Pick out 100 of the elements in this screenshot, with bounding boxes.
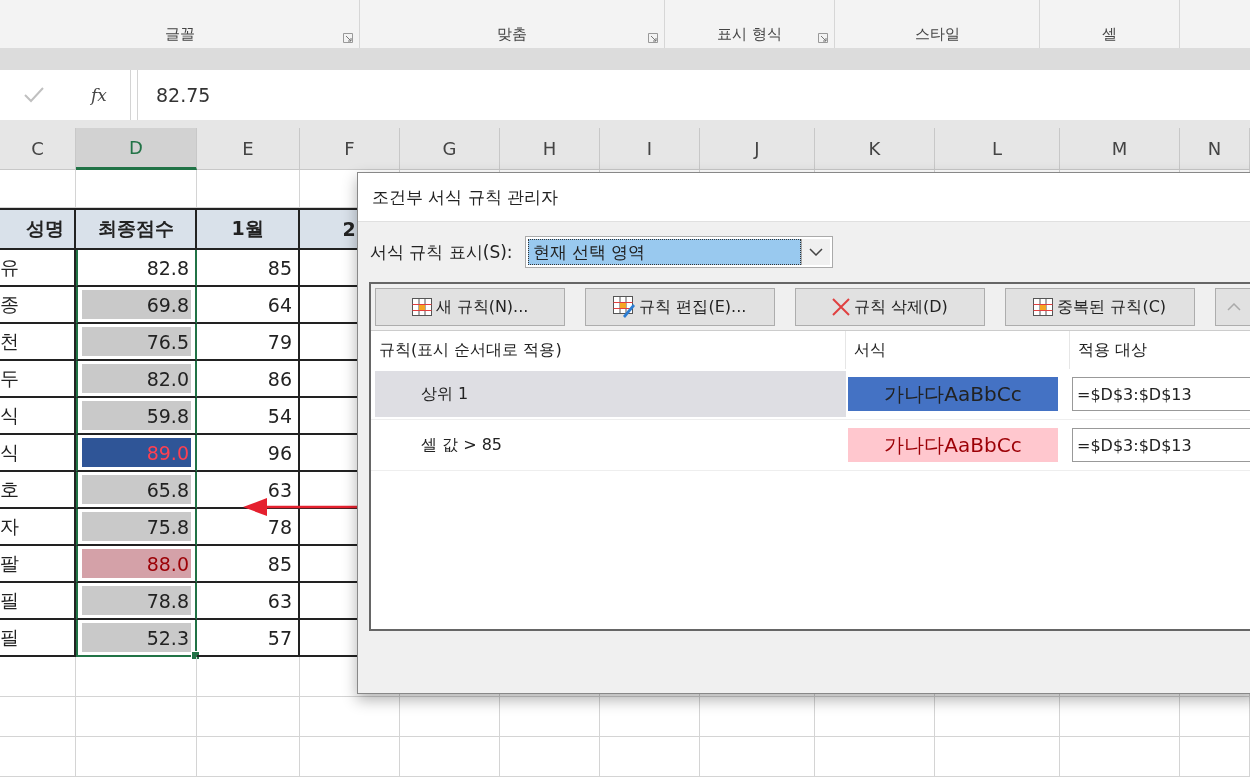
group-label: 스타일 <box>914 25 960 44</box>
empty-cell[interactable] <box>1060 737 1180 777</box>
score-cell: 65.8 <box>82 475 191 504</box>
empty-cell[interactable] <box>815 697 935 737</box>
empty-cell[interactable] <box>500 737 600 777</box>
table-header: 1월 <box>197 208 300 250</box>
caret-icon <box>808 248 823 256</box>
table-header: 성명 <box>0 208 76 250</box>
empty-cell[interactable] <box>700 737 815 777</box>
column-header[interactable]: I <box>600 128 700 170</box>
toolbar-button[interactable]: 새 규칙(N)... <box>375 288 565 326</box>
show-rules-dropdown[interactable]: 현재 선택 영역 <box>524 236 833 268</box>
dialog-title: 조건부 서식 규칙 관리자 <box>358 173 1250 222</box>
empty-cell[interactable] <box>1180 737 1250 777</box>
table-cell: 54 <box>197 398 300 435</box>
column-header[interactable]: M <box>1060 128 1180 170</box>
empty-cell[interactable] <box>935 697 1060 737</box>
column-header: 적용 대상 <box>1070 331 1250 369</box>
score-cell: 78.8 <box>82 586 191 615</box>
range-field[interactable]: =$D$3:$D$13 <box>1072 428 1250 462</box>
empty-cell[interactable] <box>600 737 700 777</box>
score-cell: 82.0 <box>82 364 191 393</box>
toolbar-button[interactable]: 규칙 삭제(D) <box>794 288 985 326</box>
rule-item[interactable]: 상위 1 <box>375 371 846 417</box>
table-cell: 천 <box>0 324 76 361</box>
column-header: 서식 <box>846 331 1070 369</box>
dialog-launcher-icon[interactable] <box>648 33 658 43</box>
table-cell: 64 <box>197 287 300 324</box>
column-header[interactable]: D <box>76 128 197 170</box>
empty-cell[interactable] <box>1180 697 1250 737</box>
function-button[interactable]: fx <box>91 85 107 105</box>
score-cell: 88.0 <box>82 549 191 578</box>
table-cell: 팔 <box>0 546 76 583</box>
toolbar-button[interactable]: 규칙 편집(E)... <box>584 288 775 326</box>
group-label: 표시 형식 <box>717 25 782 44</box>
formula-field[interactable]: 82.75 <box>137 70 1250 120</box>
column-header[interactable]: J <box>700 128 815 170</box>
table-cell: 57 <box>197 620 300 657</box>
group-label: 글꼴 <box>164 25 195 44</box>
empty-cell[interactable] <box>300 737 400 777</box>
empty-cell[interactable] <box>197 737 300 777</box>
empty-cell[interactable] <box>935 737 1060 777</box>
fill-handle[interactable] <box>191 651 200 660</box>
empty-cell[interactable] <box>0 697 76 737</box>
empty-cell[interactable] <box>76 657 197 697</box>
group-label: 셀 <box>1102 25 1117 44</box>
move-up-button[interactable] <box>1214 288 1250 326</box>
column-header[interactable]: G <box>400 128 500 170</box>
table-cell: 85 <box>197 546 300 583</box>
column-header: 규칙(표시 순서대로 적용) <box>371 331 846 369</box>
table-cell: 63 <box>197 583 300 620</box>
column-header[interactable]: H <box>500 128 600 170</box>
table-cell: 식 <box>0 435 76 472</box>
table-cell: 두 <box>0 361 76 398</box>
column-header[interactable]: N <box>1180 128 1250 170</box>
score-cell: 69.8 <box>82 290 191 319</box>
rule-item[interactable]: 셀 값 > 85 <box>375 422 846 468</box>
empty-cell[interactable] <box>0 657 76 697</box>
table-cell: 85 <box>197 250 300 287</box>
score-cell: 89.0 <box>82 438 191 467</box>
table-cell: 86 <box>197 361 300 398</box>
empty-cell[interactable] <box>300 697 400 737</box>
table-pencil-icon <box>613 296 636 318</box>
table-cell: 호 <box>0 472 76 509</box>
score-cell: 76.5 <box>82 327 191 356</box>
table-cell: 96 <box>197 435 300 472</box>
table-icon <box>1033 298 1054 316</box>
column-header[interactable]: K <box>815 128 935 170</box>
column-header[interactable]: L <box>935 128 1060 170</box>
range-field[interactable]: =$D$3:$D$13 <box>1072 377 1250 411</box>
table-cell: 자 <box>0 509 76 546</box>
empty-cell[interactable] <box>400 737 500 777</box>
empty-cell[interactable] <box>1060 697 1180 737</box>
empty-cell[interactable] <box>0 737 76 777</box>
empty-cell[interactable] <box>197 657 300 697</box>
table-cell: 유 <box>0 250 76 287</box>
table-cell: 종 <box>0 287 76 324</box>
score-cell: 75.8 <box>82 512 191 541</box>
table-header: 최종점수 <box>76 208 197 250</box>
score-cell: 59.8 <box>82 401 191 430</box>
column-header[interactable]: C <box>0 128 76 170</box>
toolbar-button[interactable]: 중복된 규칙(C) <box>1004 288 1195 326</box>
dialog-launcher-icon[interactable] <box>343 33 353 43</box>
table-cell: 79 <box>197 324 300 361</box>
format-preview: 가나다AaBbCc <box>848 377 1058 411</box>
empty-cell[interactable] <box>197 697 300 737</box>
format-preview: 가나다AaBbCc <box>848 428 1058 462</box>
dialog-launcher-icon[interactable] <box>818 33 828 43</box>
empty-cell[interactable] <box>400 697 500 737</box>
column-header[interactable]: F <box>300 128 400 170</box>
empty-cell[interactable] <box>600 697 700 737</box>
table-cell: 필 <box>0 620 76 657</box>
table-cell: 식 <box>0 398 76 435</box>
empty-cell[interactable] <box>500 697 600 737</box>
column-header[interactable]: E <box>197 128 300 170</box>
empty-cell[interactable] <box>815 737 935 777</box>
empty-cell[interactable] <box>700 697 815 737</box>
empty-cell[interactable] <box>76 737 197 777</box>
empty-cell[interactable] <box>76 697 197 737</box>
score-cell-text: 82.8 <box>145 255 190 281</box>
